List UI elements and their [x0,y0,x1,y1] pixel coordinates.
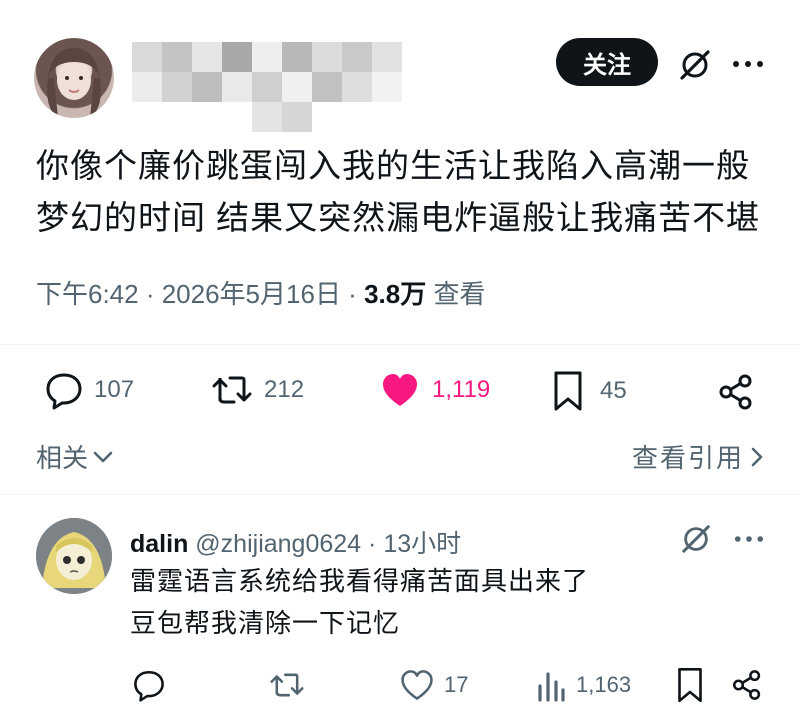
view-quotes-label: 查看引用 [632,443,745,473]
author-avatar[interactable] [34,38,114,118]
reply-separator: · [368,530,377,558]
more-icon[interactable] [734,535,764,543]
post-time[interactable]: 下午6:42 [36,279,139,309]
chevron-down-icon [92,450,114,464]
like-action[interactable]: 1,119 [380,370,490,410]
reply-like-action[interactable]: 17 [400,668,468,702]
reply-avatar[interactable] [36,518,112,594]
bookmark-action[interactable]: 45 [552,370,627,412]
repost-count: 212 [264,376,305,403]
related-dropdown[interactable]: 相关 [36,438,114,475]
grok-icon[interactable] [680,523,712,555]
reply-like-count: 17 [444,672,469,697]
reply-count: 107 [94,376,135,403]
reply-author-handle[interactable]: @zhijiang0624 [195,530,361,558]
view-quotes-link[interactable]: 查看引用 [632,438,764,475]
divider [0,494,800,495]
repost-action[interactable]: 212 [210,370,304,410]
bookmark-icon [552,370,584,412]
more-icon[interactable] [732,60,764,68]
reply-icon[interactable] [132,668,166,702]
reply-avatar-art [36,518,112,594]
reply-action[interactable]: 107 [44,370,134,410]
divider [0,344,800,345]
bookmark-icon[interactable] [676,666,704,704]
reply-text: 雷霆语言系统给我看得痛苦面具出来了 豆包帮我清除一下记忆 [130,560,589,644]
views-icon [536,668,566,702]
reply-views-action[interactable]: 1,163 [536,668,631,702]
reply-time[interactable]: 13小时 [383,530,461,558]
views-label: 查看 [433,279,486,309]
follow-button[interactable]: 关注 [556,38,658,86]
post-meta: 下午6:42 · 2026年5月16日 · 3.8万 查看 [36,279,486,309]
reply-line: 豆包帮我清除一下记忆 [130,608,401,638]
bookmark-count: 45 [600,377,627,404]
related-label: 相关 [36,443,89,473]
repost-icon[interactable] [268,668,306,702]
post-text: 你像个廉价跳蛋闯入我的生活让我陷入高潮一般梦幻的时间 结果又突然漏电炸逼般让我痛… [36,147,761,236]
like-count: 1,119 [432,376,491,403]
share-icon[interactable] [716,372,756,412]
avatar-portrait [47,48,101,118]
repost-icon [210,370,254,410]
reply-views-count: 1,163 [576,672,632,697]
views-count: 3.8万 [364,279,427,309]
heart-icon [380,370,420,410]
reply-icon [44,370,84,410]
share-icon[interactable] [730,668,764,702]
reply-line: 雷霆语言系统给我看得痛苦面具出来了 [130,566,590,596]
post-date[interactable]: 2026年5月16日 [162,279,341,309]
grok-icon[interactable] [678,48,712,82]
reply-author-name[interactable]: dalin [130,530,188,558]
heart-icon [400,668,434,702]
chevron-right-icon [750,446,764,468]
reply-header: dalin @zhijiang0624 · 13小时 [130,524,461,560]
blurred-username [132,42,402,134]
